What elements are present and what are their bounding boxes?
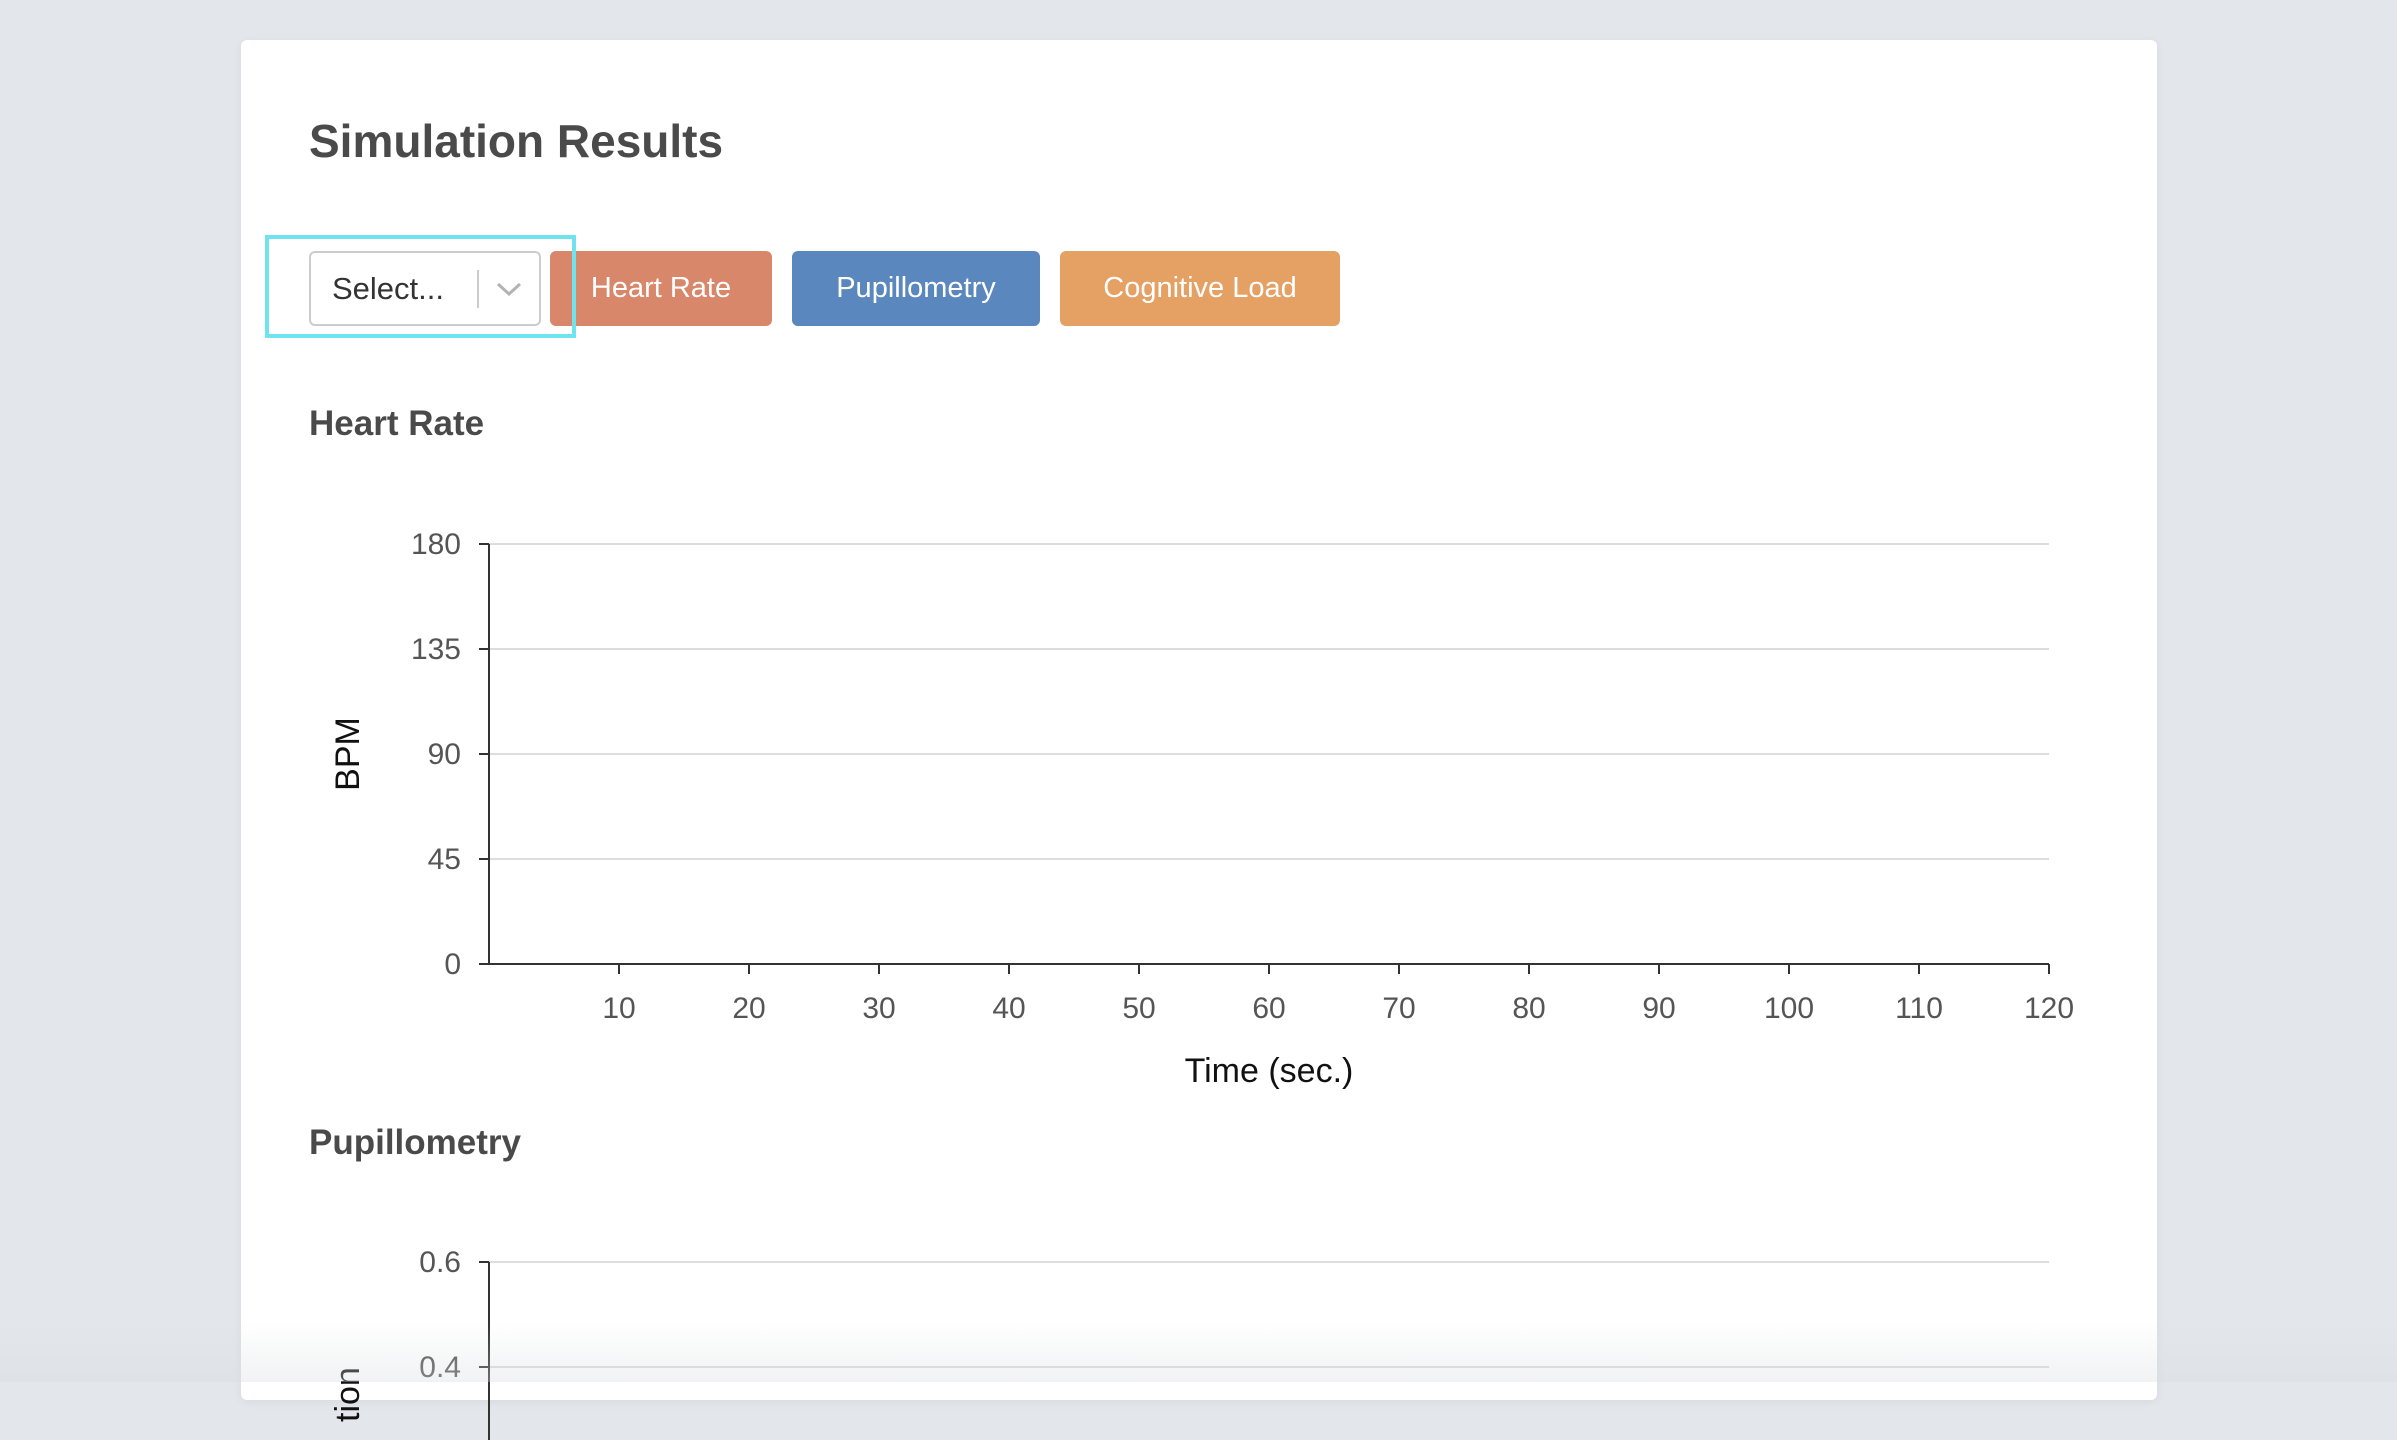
y-tick-label: 180 bbox=[411, 528, 461, 561]
x-tick-label: 60 bbox=[1252, 992, 1285, 1025]
x-tick-label: 80 bbox=[1512, 992, 1545, 1025]
x-tick-label: 110 bbox=[1895, 992, 1943, 1025]
results-card: Simulation Results Select... Heart Rate … bbox=[241, 40, 2157, 1440]
x-tick-label: 20 bbox=[732, 992, 765, 1025]
pupillometry-gridlines bbox=[489, 1261, 2049, 1368]
y-tick-label: 45 bbox=[428, 843, 461, 876]
x-tick-label: 50 bbox=[1122, 992, 1155, 1025]
heart-rate-gridlines bbox=[489, 543, 2049, 860]
x-tick-label: 90 bbox=[1642, 992, 1675, 1025]
x-tick-label: 70 bbox=[1382, 992, 1415, 1025]
pupillometry-y-axis-label: tion bbox=[329, 1367, 367, 1422]
heart-rate-y-ticks: 0 45 90 135 180 bbox=[411, 528, 489, 981]
pupillometry-y-ticks: 0.6 0.4 bbox=[419, 1246, 489, 1384]
cognitive-load-button[interactable]: Cognitive Load bbox=[1060, 251, 1340, 326]
y-tick-label: 0.6 bbox=[419, 1246, 461, 1279]
x-tick-label: 10 bbox=[602, 992, 635, 1025]
heart-rate-chart-title: Heart Rate bbox=[309, 404, 485, 443]
x-tick-label: 100 bbox=[1764, 992, 1814, 1025]
x-tick-label: 40 bbox=[992, 992, 1025, 1025]
x-tick-label: 30 bbox=[862, 992, 895, 1025]
focus-ring bbox=[265, 235, 576, 338]
heart-rate-chart: 04590135180 10 20 30 40 50 60 70 80 90 100 110 120 … bbox=[329, 528, 2074, 1090]
pupillometry-button[interactable]: Pupillometry bbox=[792, 251, 1040, 326]
y-tick-label: 135 bbox=[411, 633, 461, 666]
page-title: Simulation Results bbox=[309, 115, 724, 167]
y-tick-label: 0 bbox=[444, 948, 461, 981]
heart-rate-button[interactable]: Heart Rate bbox=[550, 251, 772, 326]
x-tick-label: 120 bbox=[2024, 992, 2074, 1025]
pupillometry-chart-title: Pupillometry bbox=[309, 1123, 521, 1162]
heart-rate-y-axis-label: BPM bbox=[329, 717, 367, 791]
y-tick-label: 90 bbox=[428, 738, 461, 771]
pupillometry-chart: 0.6 0.4 tion bbox=[329, 1246, 2049, 1440]
heart-rate-x-ticks: 10 20 30 40 50 60 70 80 90 100 110 120 bbox=[602, 964, 2074, 1025]
heart-rate-x-axis-label: Time (sec.) bbox=[1185, 1052, 1354, 1090]
y-tick-label: 0.4 bbox=[419, 1351, 461, 1384]
